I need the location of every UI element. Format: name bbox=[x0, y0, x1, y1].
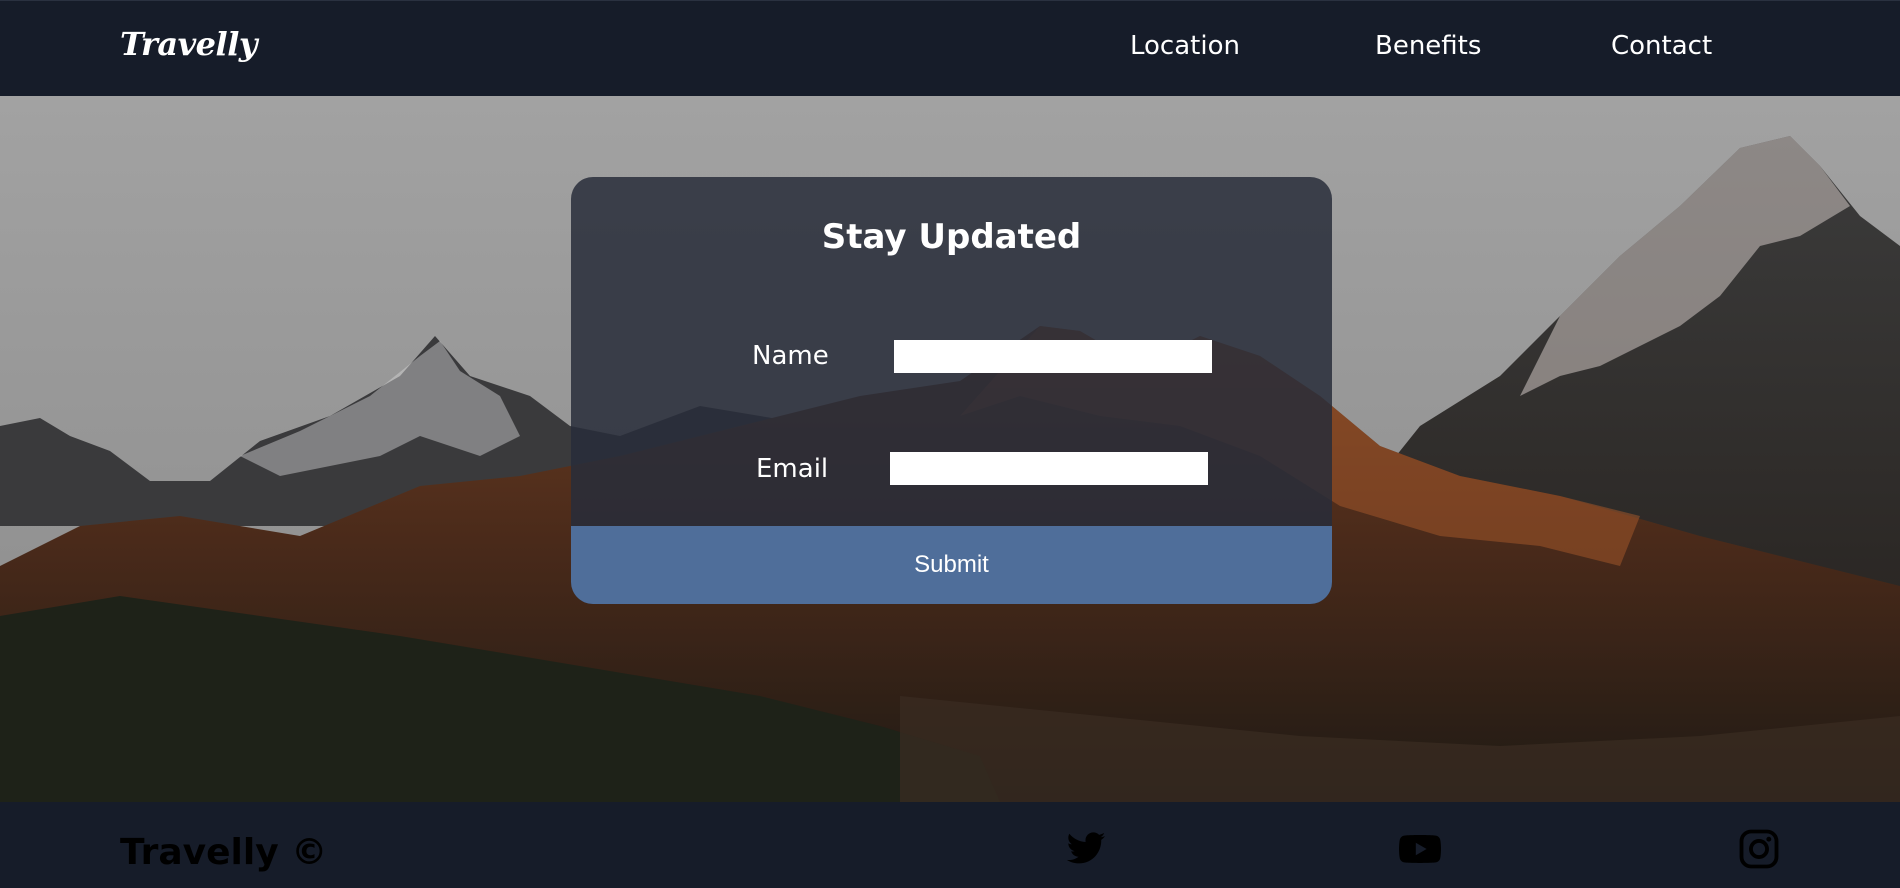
newsletter-card: Stay Updated Name Email Submit bbox=[571, 177, 1332, 604]
name-input[interactable] bbox=[894, 340, 1212, 373]
site-header: Travelly Location Benefits Contact bbox=[0, 0, 1900, 96]
nav-link-location[interactable]: Location bbox=[1130, 31, 1240, 61]
instagram-icon[interactable] bbox=[1736, 828, 1782, 870]
submit-button[interactable]: Submit bbox=[571, 526, 1332, 604]
page: Travelly Location Benefits Contact Stay … bbox=[0, 0, 1900, 888]
email-label: Email bbox=[756, 454, 829, 484]
logo[interactable]: Travelly bbox=[120, 25, 257, 63]
youtube-icon[interactable] bbox=[1397, 828, 1443, 870]
footer-brand: Travelly © bbox=[120, 832, 328, 873]
nav-link-benefits[interactable]: Benefits bbox=[1375, 31, 1481, 61]
name-label: Name bbox=[752, 341, 829, 371]
nav-link-contact[interactable]: Contact bbox=[1611, 31, 1712, 61]
twitter-icon[interactable] bbox=[1063, 828, 1109, 870]
card-title: Stay Updated bbox=[821, 217, 1082, 257]
site-footer: Travelly © bbox=[0, 802, 1900, 888]
email-input[interactable] bbox=[890, 452, 1208, 485]
